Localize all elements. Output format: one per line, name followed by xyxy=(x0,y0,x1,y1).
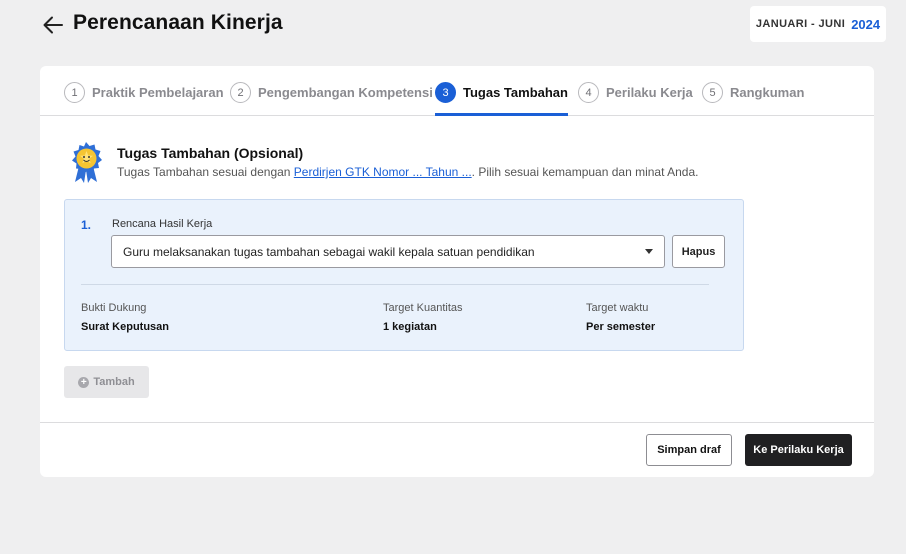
save-draft-button[interactable]: Simpan draf xyxy=(646,434,732,466)
page-title: Perencanaan Kinerja xyxy=(73,11,283,34)
meta-bukti-dukung: Bukti Dukung Surat Keputusan xyxy=(81,302,169,333)
tab-label: Tugas Tambahan xyxy=(463,85,568,100)
perdirjen-link[interactable]: Perdirjen GTK Nomor ... Tahun ... xyxy=(294,165,472,179)
rhk-entry-card: 1. Rencana Hasil Kerja Guru melaksanakan… xyxy=(64,199,744,351)
rhk-select[interactable]: Guru melaksanakan tugas tambahan sebagai… xyxy=(111,235,665,268)
tab-tugas-tambahan[interactable]: 3 Tugas Tambahan xyxy=(435,82,568,116)
tab-number: 2 xyxy=(230,82,251,103)
meta-value: 1 kegiatan xyxy=(383,321,437,333)
meta-key: Target Kuantitas xyxy=(383,302,463,314)
tab-label: Pengembangan Kompetensi xyxy=(258,85,433,100)
period-badge: JANUARI - JUNI 2024 xyxy=(750,6,886,42)
add-label: Tambah xyxy=(93,376,135,388)
stepper-tabs: 1 Praktik Pembelajaran 2 Pengembangan Ko… xyxy=(40,66,874,116)
tab-number: 4 xyxy=(578,82,599,103)
delete-button[interactable]: Hapus xyxy=(672,235,725,268)
section-desc-text: Tugas Tambahan sesuai dengan xyxy=(117,165,294,179)
meta-key: Target waktu xyxy=(586,302,649,314)
add-button[interactable]: + Tambah xyxy=(64,366,149,398)
meta-target-waktu: Target waktu Per semester xyxy=(586,302,655,333)
arrow-left-icon xyxy=(43,16,63,34)
award-badge-icon xyxy=(72,142,102,183)
tab-rangkuman[interactable]: 5 Rangkuman xyxy=(702,82,804,116)
period-year: 2024 xyxy=(851,16,881,32)
tab-number: 3 xyxy=(435,82,456,103)
tab-label: Praktik Pembelajaran xyxy=(92,85,224,100)
section-description: Tugas Tambahan sesuai dengan Perdirjen G… xyxy=(117,165,698,179)
meta-target-kuantitas: Target Kuantitas 1 kegiatan xyxy=(383,302,463,333)
section-desc-text: . Pilih sesuai kemampuan dan minat Anda. xyxy=(471,165,699,179)
tab-perilaku-kerja[interactable]: 4 Perilaku Kerja xyxy=(578,82,693,116)
footer-divider xyxy=(40,422,874,423)
tab-pengembangan-kompetensi[interactable]: 2 Pengembangan Kompetensi xyxy=(230,82,433,116)
meta-key: Bukti Dukung xyxy=(81,302,147,314)
next-step-button[interactable]: Ke Perilaku Kerja xyxy=(745,434,852,466)
entry-number: 1. xyxy=(81,218,92,232)
tab-label: Perilaku Kerja xyxy=(606,85,693,100)
chevron-down-icon xyxy=(645,249,653,254)
plus-circle-icon: + xyxy=(78,376,90,388)
divider xyxy=(81,284,709,285)
meta-value: Per semester xyxy=(586,321,656,333)
tab-number: 1 xyxy=(64,82,85,103)
tab-number: 5 xyxy=(702,82,723,103)
back-button[interactable] xyxy=(40,12,66,38)
rhk-label: Rencana Hasil Kerja xyxy=(112,218,213,230)
main-card: 1 Praktik Pembelajaran 2 Pengembangan Ko… xyxy=(40,66,874,477)
section-title: Tugas Tambahan (Opsional) xyxy=(117,145,304,161)
period-label: JANUARI - JUNI xyxy=(755,18,846,30)
tab-label: Rangkuman xyxy=(730,85,805,100)
rhk-select-value: Guru melaksanakan tugas tambahan sebagai… xyxy=(123,244,535,259)
meta-value: Surat Keputusan xyxy=(81,321,170,333)
tab-praktik-pembelajaran[interactable]: 1 Praktik Pembelajaran xyxy=(64,82,224,116)
